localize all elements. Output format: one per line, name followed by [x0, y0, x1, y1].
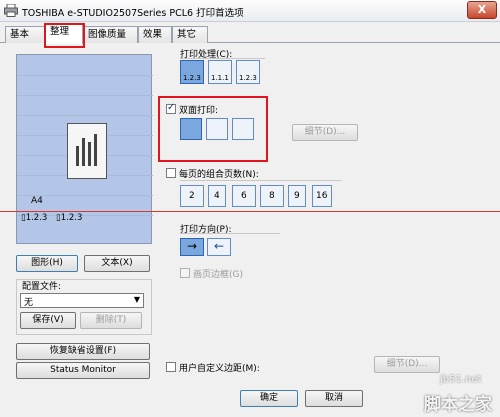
print-preview: A4 ▯1.2.3 ▯1.2.3	[16, 54, 153, 244]
dropdown-arrow-icon: ▼	[133, 295, 140, 304]
right-to-left-arrow-icon[interactable]: ←	[207, 238, 231, 256]
pages-per-sheet-checkbox[interactable]	[166, 168, 176, 178]
margin-detail-button[interactable]: 细节(D)...	[374, 356, 440, 373]
nup-6-option[interactable]: 6	[232, 185, 256, 207]
custom-margin-label: 用户自定义边距(M):	[179, 364, 260, 374]
nup-4-option[interactable]: 4	[208, 185, 226, 207]
watermark-text: 脚本之家	[424, 395, 492, 415]
preview-page-icon	[67, 123, 107, 179]
print-processing-options: 1.2.3 1.1.1 1.2.3	[180, 60, 280, 84]
delete-profile-button[interactable]: 删除(T)	[80, 312, 142, 329]
page-border-label: 画页边框(G)	[193, 270, 243, 280]
restore-defaults-button[interactable]: 恢复缺省设置(F)	[16, 343, 150, 360]
title-bar: TOSHIBA e-STUDIO2507Series PCL6 打印首选项 X	[0, 0, 500, 22]
watermark-url: jb51.net	[440, 374, 482, 385]
nup-8-option[interactable]: 8	[260, 185, 284, 207]
pages-per-sheet-label: 每页的组合页数(N):	[179, 170, 259, 180]
cancel-button[interactable]: 取消	[305, 390, 363, 407]
pages-per-sheet-options: 2 4 6 8 9 16	[180, 185, 340, 207]
tab-effect[interactable]: 效果	[138, 26, 172, 43]
duplex-highlight-box	[158, 96, 268, 162]
collate-rotate-option[interactable]: 1.2.3	[236, 60, 260, 84]
graphic-view-button[interactable]: 图形(H)	[16, 255, 78, 272]
paper-size-label: A4	[31, 196, 43, 206]
nup-16-option[interactable]: 16	[312, 185, 332, 207]
tab-image-quality[interactable]: 图像质量	[83, 26, 138, 43]
close-icon: X	[477, 3, 487, 16]
page-border-checkbox[interactable]	[180, 268, 190, 278]
duplex-detail-button[interactable]: 细节(D)...	[292, 124, 358, 141]
red-guide-line	[0, 211, 500, 212]
profile-label: 配置文件:	[22, 282, 62, 292]
collate-sort-option[interactable]: 1.2.3	[180, 60, 204, 84]
close-button[interactable]: X	[467, 1, 497, 19]
window-title: TOSHIBA e-STUDIO2507Series PCL6 打印首选项	[22, 8, 244, 19]
custom-margin-checkbox[interactable]	[166, 362, 176, 372]
nup-2-option[interactable]: 2	[180, 185, 204, 207]
printer-icon	[4, 4, 18, 17]
left-to-right-arrow-icon[interactable]: →	[180, 238, 204, 256]
nup-9-option[interactable]: 9	[288, 185, 306, 207]
save-profile-button[interactable]: 保存(V)	[20, 312, 76, 329]
tab-basic[interactable]: 基本	[5, 26, 45, 43]
tab-others[interactable]: 其它	[172, 26, 208, 43]
text-view-button[interactable]: 文本(X)	[84, 255, 150, 272]
ok-button[interactable]: 确定	[240, 390, 298, 407]
collate-indicator: ▯1.2.3 ▯1.2.3	[21, 213, 83, 223]
profile-select[interactable]: 无 ▼	[20, 293, 144, 308]
status-monitor-button[interactable]: Status Monitor	[16, 362, 150, 379]
collate-group-option[interactable]: 1.1.1	[208, 60, 232, 84]
tab-highlight-box	[44, 23, 85, 48]
